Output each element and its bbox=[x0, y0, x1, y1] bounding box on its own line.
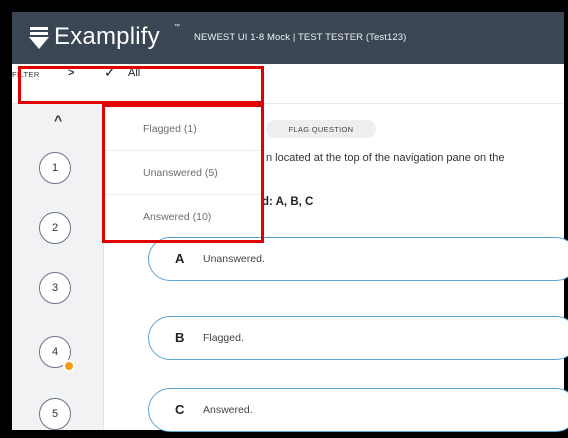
chevron-up-icon[interactable]: ^ bbox=[54, 112, 62, 128]
question-nav-3[interactable]: 3 bbox=[39, 272, 71, 304]
header-bar: Examplify ™ NEWEST UI 1-8 Mock | TEST TE… bbox=[12, 12, 564, 64]
highlight-box-menu bbox=[102, 104, 264, 243]
highlight-box-filter bbox=[18, 66, 264, 104]
answer-hint: d: A, B, C bbox=[262, 196, 314, 208]
question-nav-1[interactable]: 1 bbox=[39, 152, 71, 184]
flag-badge-icon bbox=[63, 360, 75, 372]
app-logo-text: Examplify bbox=[54, 23, 160, 50]
trademark-mark: ™ bbox=[174, 24, 180, 30]
answer-letter: A bbox=[175, 251, 185, 266]
answer-option-b[interactable]: B Flagged. bbox=[148, 316, 568, 360]
answer-text: Answered. bbox=[203, 404, 253, 416]
question-text: n located at the top of the navigation p… bbox=[266, 152, 505, 164]
answer-text: Flagged. bbox=[203, 332, 244, 344]
question-nav-5[interactable]: 5 bbox=[39, 398, 71, 430]
answer-text: Unanswered. bbox=[203, 253, 265, 265]
answer-option-c[interactable]: C Answered. bbox=[148, 388, 568, 432]
exam-title: NEWEST UI 1-8 Mock | TEST TESTER (Test12… bbox=[194, 32, 407, 43]
download-arrow-icon bbox=[29, 27, 49, 49]
question-nav-2[interactable]: 2 bbox=[39, 212, 71, 244]
answer-letter: B bbox=[175, 330, 185, 345]
answer-letter: C bbox=[175, 402, 185, 417]
flag-question-button[interactable]: FLAG QUESTION bbox=[266, 120, 376, 138]
answer-option-a[interactable]: A Unanswered. bbox=[148, 237, 568, 281]
